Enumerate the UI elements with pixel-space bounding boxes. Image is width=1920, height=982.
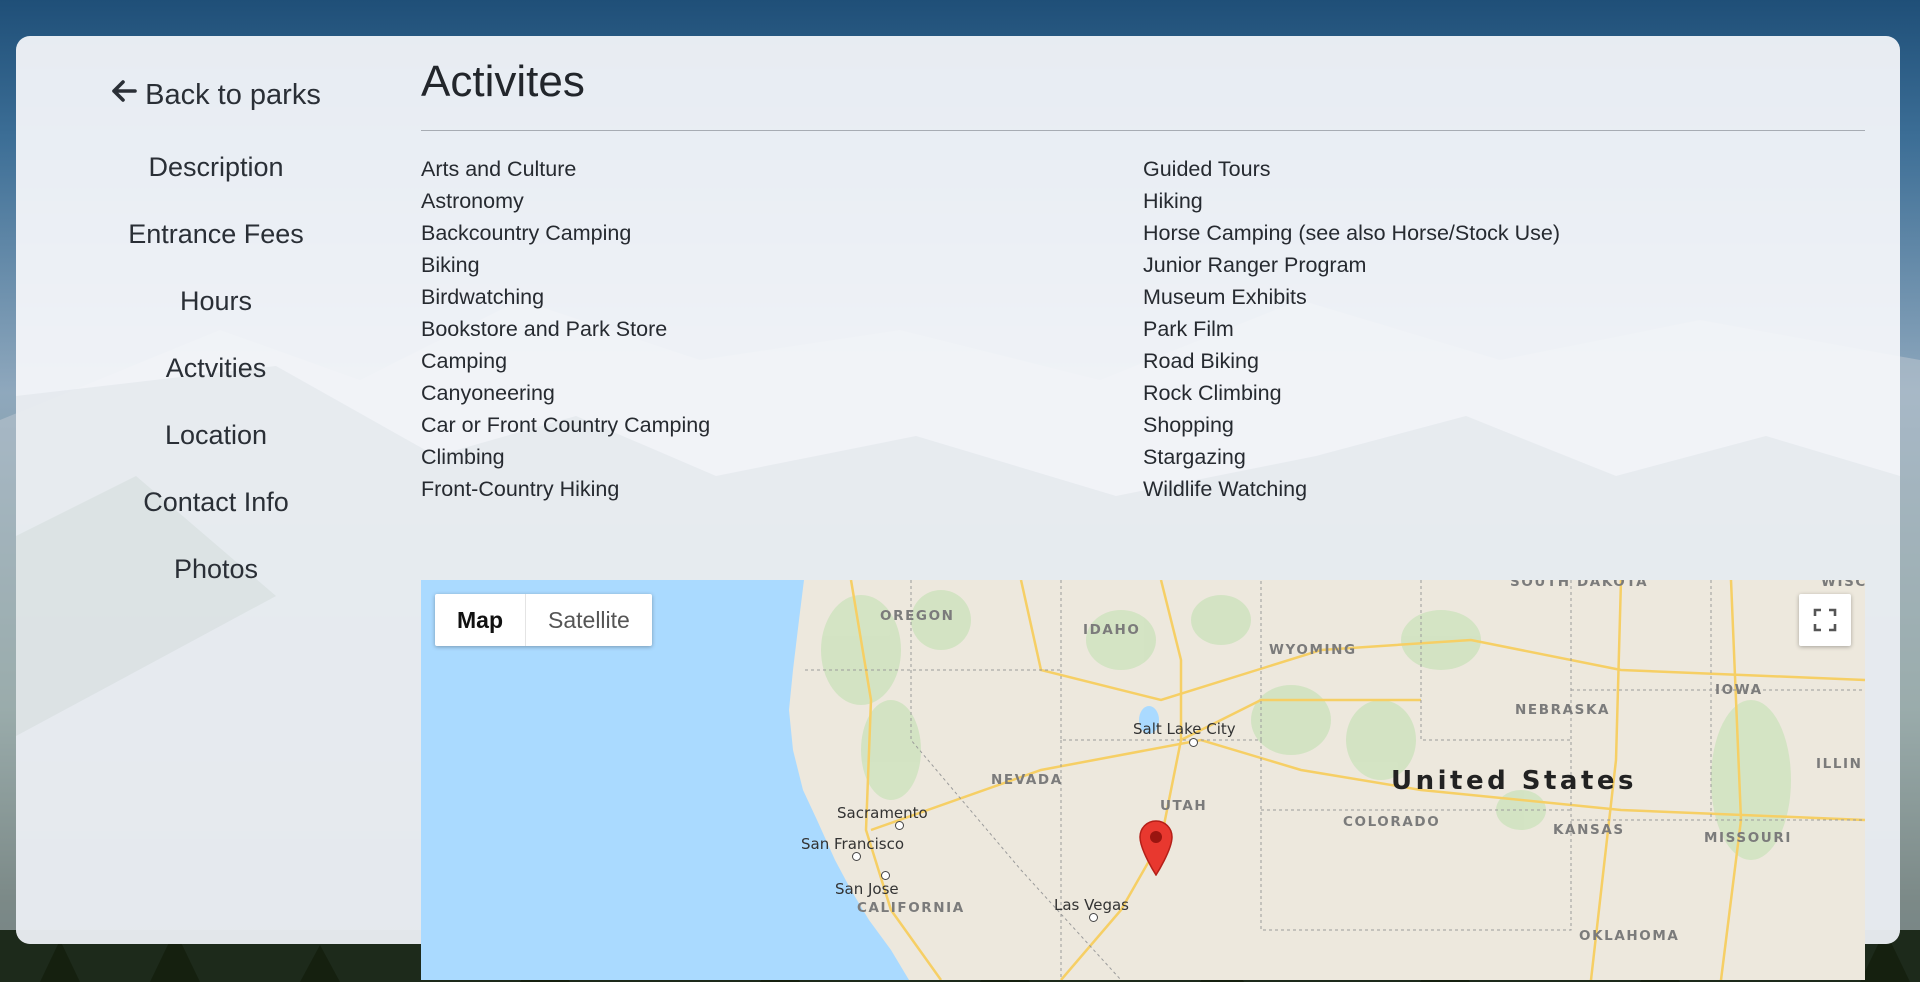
city-dot [1089,913,1098,922]
map-label-idaho: IDAHO [1083,622,1141,638]
map-label-missouri: MISSOURI [1704,830,1792,846]
city-dot [1189,738,1198,747]
sidebar-item-description[interactable]: Description [16,134,416,201]
sidebar-item-location[interactable]: Location [16,402,416,469]
map-label-salt-lake-city: Salt Lake City [1133,720,1236,738]
activity-item: Rock Climbing [1143,381,1282,405]
map-label-utah: UTAH [1160,798,1208,814]
map-label-oregon: OREGON [880,608,955,624]
arrow-left-icon [111,78,137,112]
activity-item: Road Biking [1143,349,1259,373]
sidebar-item-contact-info[interactable]: Contact Info [16,469,416,536]
activity-item: Shopping [1143,413,1234,437]
map-label-sacramento: Sacramento [837,804,928,822]
title-divider [421,130,1865,131]
sidebar-item-hours[interactable]: Hours [16,268,416,335]
city-dot [895,821,904,830]
activity-item: Backcountry Camping [421,221,632,245]
activity-item: Car or Front Country Camping [421,413,711,437]
activity-item: Front-Country Hiking [421,477,620,501]
park-location-map[interactable]: Map Satellite SOUTH DAKOTA OREGON IDAHO … [421,580,1865,980]
activity-item: Climbing [421,445,505,469]
back-link-label: Back to parks [145,78,321,111]
map-label-nevada: NEVADA [991,772,1063,788]
activity-item: Horse Camping (see also Horse/Stock Use) [1143,221,1561,245]
fullscreen-button[interactable] [1799,594,1851,646]
fullscreen-icon [1813,608,1837,632]
sidebar-item-activities[interactable]: Actvities [16,335,416,402]
city-dot [852,852,861,861]
activity-item: Arts and Culture [421,157,577,181]
activity-item: Biking [421,253,480,277]
map-label-oklahoma: OKLAHOMA [1579,928,1680,944]
activities-section: Activites Arts and Culture Astronomy Bac… [421,50,1865,505]
map-label-illinois: ILLIN [1816,756,1863,772]
city-dot [881,871,890,880]
map-label-nebraska: NEBRASKA [1515,702,1611,718]
map-type-control: Map Satellite [435,594,652,646]
map-type-map-button[interactable]: Map [435,594,526,646]
sidebar-item-photos[interactable]: Photos [16,536,416,603]
activity-item: Junior Ranger Program [1143,253,1367,277]
activities-column-left: Arts and Culture Astronomy Backcountry C… [421,153,1143,505]
map-label-kansas: KANSAS [1553,822,1625,838]
map-label-wyoming: WYOMING [1269,642,1357,658]
map-label-wisconsin: WISCO [1821,580,1865,590]
activity-item: Birdwatching [421,285,545,309]
activities-column-right: Guided Tours Hiking Horse Camping (see a… [1143,153,1865,505]
activity-item: Park Film [1143,317,1234,341]
activity-item: Astronomy [421,189,524,213]
park-location-marker[interactable] [1139,820,1173,876]
activity-item: Guided Tours [1143,157,1271,181]
activity-item: Camping [421,349,508,373]
back-to-parks-link[interactable]: Back to parks [16,72,416,118]
activity-item: Wildlife Watching [1143,477,1308,501]
sidebar-item-entrance-fees[interactable]: Entrance Fees [16,201,416,268]
page-title: Activites [421,57,585,106]
map-label-south-dakota: SOUTH DAKOTA [1510,580,1649,590]
map-label-colorado: COLORADO [1343,814,1441,830]
activity-item: Canyoneering [421,381,555,405]
activities-list: Arts and Culture Astronomy Backcountry C… [421,153,1865,505]
map-label-california: CALIFORNIA [857,900,965,916]
map-label-country: United States [1391,766,1637,796]
map-label-san-francisco: San Francisco [801,835,905,853]
map-label-san-jose: San Jose [835,880,899,898]
activity-item: Stargazing [1143,445,1246,469]
activity-item: Museum Exhibits [1143,285,1307,309]
map-label-las-vegas: Las Vegas [1054,896,1129,914]
map-label-iowa: IOWA [1715,682,1763,698]
map-type-satellite-button[interactable]: Satellite [526,594,652,646]
activity-item: Hiking [1143,189,1203,213]
sidebar-nav: Back to parks Description Entrance Fees … [16,72,416,603]
activity-item: Bookstore and Park Store [421,317,668,341]
